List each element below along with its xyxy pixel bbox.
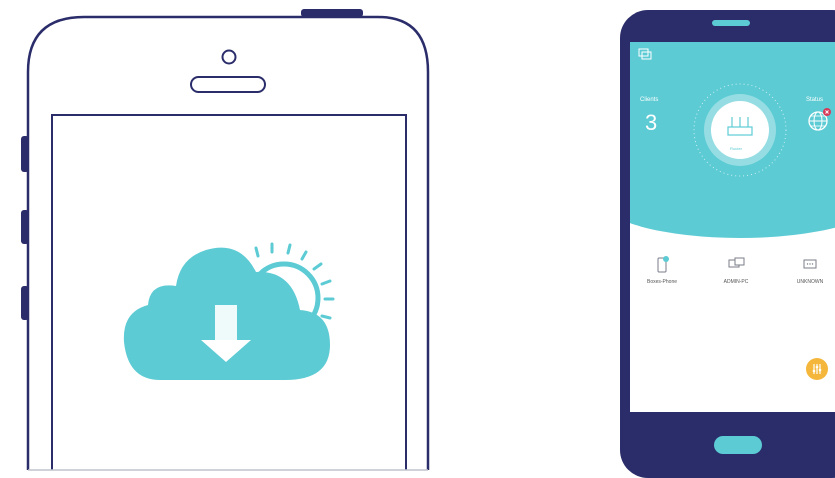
unknown-device-icon: [803, 259, 817, 269]
status-label: Status: [806, 97, 824, 103]
router-status-circle[interactable]: [690, 80, 790, 180]
home-button[interactable]: [714, 436, 762, 454]
clients-label: Clients: [640, 97, 659, 103]
app-screen: Clients 3 Router Status Boxes-Phone ADMI…: [630, 42, 835, 412]
device-label: ADMIN-PC: [723, 279, 749, 285]
device-item[interactable]: UNKNOWN: [790, 254, 830, 285]
earpiece-icon: [190, 76, 266, 93]
front-camera-icon: [221, 49, 237, 65]
device-item[interactable]: Boxes-Phone: [642, 254, 682, 285]
globe-icon[interactable]: [806, 106, 835, 136]
phone-icon: [657, 256, 669, 273]
device-item[interactable]: ADMIN-PC: [716, 254, 756, 285]
device-label: Boxes-Phone: [646, 279, 678, 285]
clients-count[interactable]: 3: [645, 110, 657, 136]
equalizer-icon: [812, 364, 822, 374]
computer-icon: [728, 257, 745, 268]
device-label: UNKNOWN: [796, 279, 824, 285]
menu-icon[interactable]: [638, 48, 652, 60]
fab-button[interactable]: [806, 358, 828, 380]
speaker-icon: [712, 20, 750, 26]
router-label: Router: [730, 146, 743, 151]
phone-body-outline: [26, 15, 430, 470]
